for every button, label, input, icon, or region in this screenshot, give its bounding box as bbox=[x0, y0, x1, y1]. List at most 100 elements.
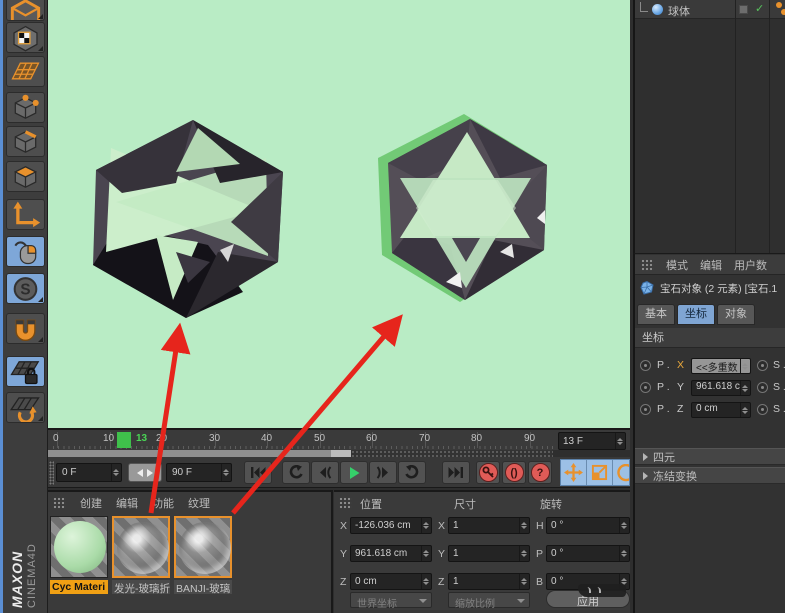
viewport-3d[interactable] bbox=[48, 0, 630, 428]
goto-end-button[interactable] bbox=[442, 461, 470, 484]
panel-grip-icon[interactable] bbox=[49, 461, 54, 485]
snap-button[interactable]: S bbox=[6, 273, 45, 304]
material-menubar: 创建 编辑 功能 纹理 bbox=[48, 494, 331, 512]
attribute-manager-panel: 模式 编辑 用户数 宝石对象 (2 元素) [宝石.1 基本 坐标 对象 坐标 … bbox=[633, 253, 785, 613]
sz-key-ring-icon[interactable] bbox=[757, 404, 768, 415]
pz-label: P . bbox=[657, 403, 670, 415]
workplane-rotate-button[interactable] bbox=[6, 392, 45, 423]
edges-mode-button[interactable] bbox=[6, 126, 45, 157]
layer-dot-icon[interactable] bbox=[781, 9, 785, 15]
timeline-ruler[interactable]: 0 10 20 30 40 50 60 70 80 90 13 13 F bbox=[48, 428, 630, 450]
attribute-tabs: 基本 坐标 对象 bbox=[637, 304, 755, 325]
next-frame-button[interactable] bbox=[369, 461, 397, 484]
keyframe-help-button[interactable]: ? bbox=[528, 461, 552, 484]
frame-step-button[interactable] bbox=[128, 463, 162, 482]
render-settings-button[interactable] bbox=[6, 22, 45, 53]
autokey-button[interactable]: () bbox=[502, 461, 526, 484]
pos-x-input[interactable]: -126.036 cm bbox=[350, 517, 432, 534]
workplane-lock-button[interactable] bbox=[6, 356, 45, 387]
range-end-spinner[interactable] bbox=[221, 464, 230, 481]
size-y-input[interactable]: 1 bbox=[448, 545, 530, 562]
axis-mode-button[interactable] bbox=[6, 199, 45, 230]
tab-object[interactable]: 对象 bbox=[717, 304, 755, 325]
range-start-field[interactable]: 0 F bbox=[56, 463, 122, 482]
object-row-sphere[interactable]: 球体 ✓ bbox=[635, 0, 785, 19]
next-key-button[interactable] bbox=[398, 461, 426, 484]
prev-frame-button[interactable] bbox=[311, 461, 339, 484]
menu-userdata[interactable]: 用户数 bbox=[734, 257, 767, 273]
timeline-scrollbar[interactable] bbox=[48, 450, 553, 457]
sy-key-ring-icon[interactable] bbox=[757, 382, 768, 393]
prev-key-button[interactable] bbox=[282, 461, 310, 484]
frame-field-spinner[interactable] bbox=[615, 433, 624, 449]
object-label[interactable]: 球体 bbox=[668, 3, 690, 19]
quaternion-group-header[interactable]: 四元 bbox=[635, 448, 785, 465]
convert-tool-button[interactable] bbox=[6, 0, 45, 21]
px-spinner[interactable] bbox=[740, 359, 749, 373]
pos-y-input[interactable]: 961.618 cm bbox=[350, 545, 432, 562]
material-thumb-glow-glass[interactable] bbox=[112, 516, 170, 578]
edges-mode-icon bbox=[14, 130, 37, 153]
scroll-handle[interactable] bbox=[331, 450, 351, 457]
points-mode-button[interactable] bbox=[6, 92, 45, 123]
enabled-check-icon[interactable]: ✓ bbox=[755, 2, 764, 15]
material-name-cyc[interactable]: Cyc Materi bbox=[50, 580, 108, 594]
menu-edit[interactable]: 编辑 bbox=[116, 495, 138, 511]
tab-basic[interactable]: 基本 bbox=[637, 304, 675, 325]
material-thumb-banji-glass[interactable] bbox=[174, 516, 232, 578]
py-input[interactable]: 961.618 c bbox=[691, 380, 751, 396]
pz-input[interactable]: 0 cm bbox=[691, 402, 751, 418]
record-keyframe-button[interactable] bbox=[476, 461, 500, 484]
frame-field[interactable]: 13 F bbox=[558, 432, 626, 450]
cinema4d-window: S MAXON CINEMA4D 球体 ✓ 模式 编辑 用户数 宝石对象 (2 … bbox=[0, 0, 785, 613]
rot-p-label: P bbox=[536, 548, 544, 560]
viewport-button[interactable] bbox=[6, 236, 45, 267]
goto-start-button[interactable] bbox=[244, 461, 272, 484]
panel-grip-icon[interactable] bbox=[339, 497, 352, 509]
workplane-button[interactable] bbox=[6, 56, 45, 87]
sx-key-ring-icon[interactable] bbox=[757, 360, 768, 371]
size-z-input[interactable]: 1 bbox=[448, 573, 530, 590]
menu-create[interactable]: 创建 bbox=[80, 495, 102, 511]
menu-function[interactable]: 功能 bbox=[152, 495, 174, 511]
menu-edit[interactable]: 编辑 bbox=[700, 257, 722, 273]
freeze-transform-group-header[interactable]: 冻结变换 bbox=[635, 467, 785, 484]
coordinate-space-dropdown[interactable]: 世界坐标 bbox=[350, 592, 432, 610]
tick-40: 40 bbox=[261, 433, 273, 444]
menu-mode[interactable]: 模式 bbox=[666, 257, 688, 273]
scroll-track-dots bbox=[351, 450, 553, 457]
material-thumb-cyc[interactable] bbox=[50, 516, 108, 578]
current-frame-marker[interactable] bbox=[117, 432, 131, 448]
rot-h-input[interactable]: 0 ° bbox=[546, 517, 630, 534]
rot-p-input[interactable]: 0 ° bbox=[546, 545, 630, 562]
scale-tool-button[interactable] bbox=[587, 460, 613, 485]
layer-dot-icon[interactable] bbox=[776, 2, 782, 8]
px-key-ring-icon[interactable] bbox=[640, 360, 651, 371]
move-tool-button[interactable] bbox=[561, 460, 587, 485]
scale-mode-dropdown[interactable]: 缩放比例 bbox=[448, 592, 530, 610]
pz-spinner[interactable] bbox=[740, 403, 749, 417]
px-label: P . bbox=[657, 359, 670, 371]
tick-90: 90 bbox=[524, 433, 536, 444]
size-x-input[interactable]: 1 bbox=[448, 517, 530, 534]
px-input[interactable]: <<多重数 bbox=[691, 358, 751, 374]
pz-key-ring-icon[interactable] bbox=[640, 404, 651, 415]
material-name-glow-glass[interactable]: 发光-玻璃折 bbox=[112, 580, 170, 594]
panel-grip-icon[interactable] bbox=[53, 497, 66, 509]
pos-z-input[interactable]: 0 cm bbox=[350, 573, 432, 590]
rotate-tool-button[interactable] bbox=[613, 460, 629, 485]
py-spinner[interactable] bbox=[740, 381, 749, 395]
polygons-mode-button[interactable] bbox=[6, 161, 45, 192]
py-key-ring-icon[interactable] bbox=[640, 382, 651, 393]
panel-grip-icon[interactable] bbox=[641, 258, 654, 271]
range-start-spinner[interactable] bbox=[111, 464, 120, 481]
display-toggle-icon[interactable] bbox=[739, 5, 748, 14]
magnet-button[interactable] bbox=[6, 313, 45, 344]
play-button[interactable] bbox=[340, 461, 368, 484]
range-end-field[interactable]: 90 F bbox=[166, 463, 232, 482]
material-name-banji-glass[interactable]: BANJI-玻璃 bbox=[174, 580, 232, 594]
menu-texture[interactable]: 纹理 bbox=[188, 495, 210, 511]
mouse-icon bbox=[14, 241, 37, 265]
tab-coordinates[interactable]: 坐标 bbox=[677, 304, 715, 325]
object-manager-panel: 球体 ✓ bbox=[633, 0, 785, 253]
